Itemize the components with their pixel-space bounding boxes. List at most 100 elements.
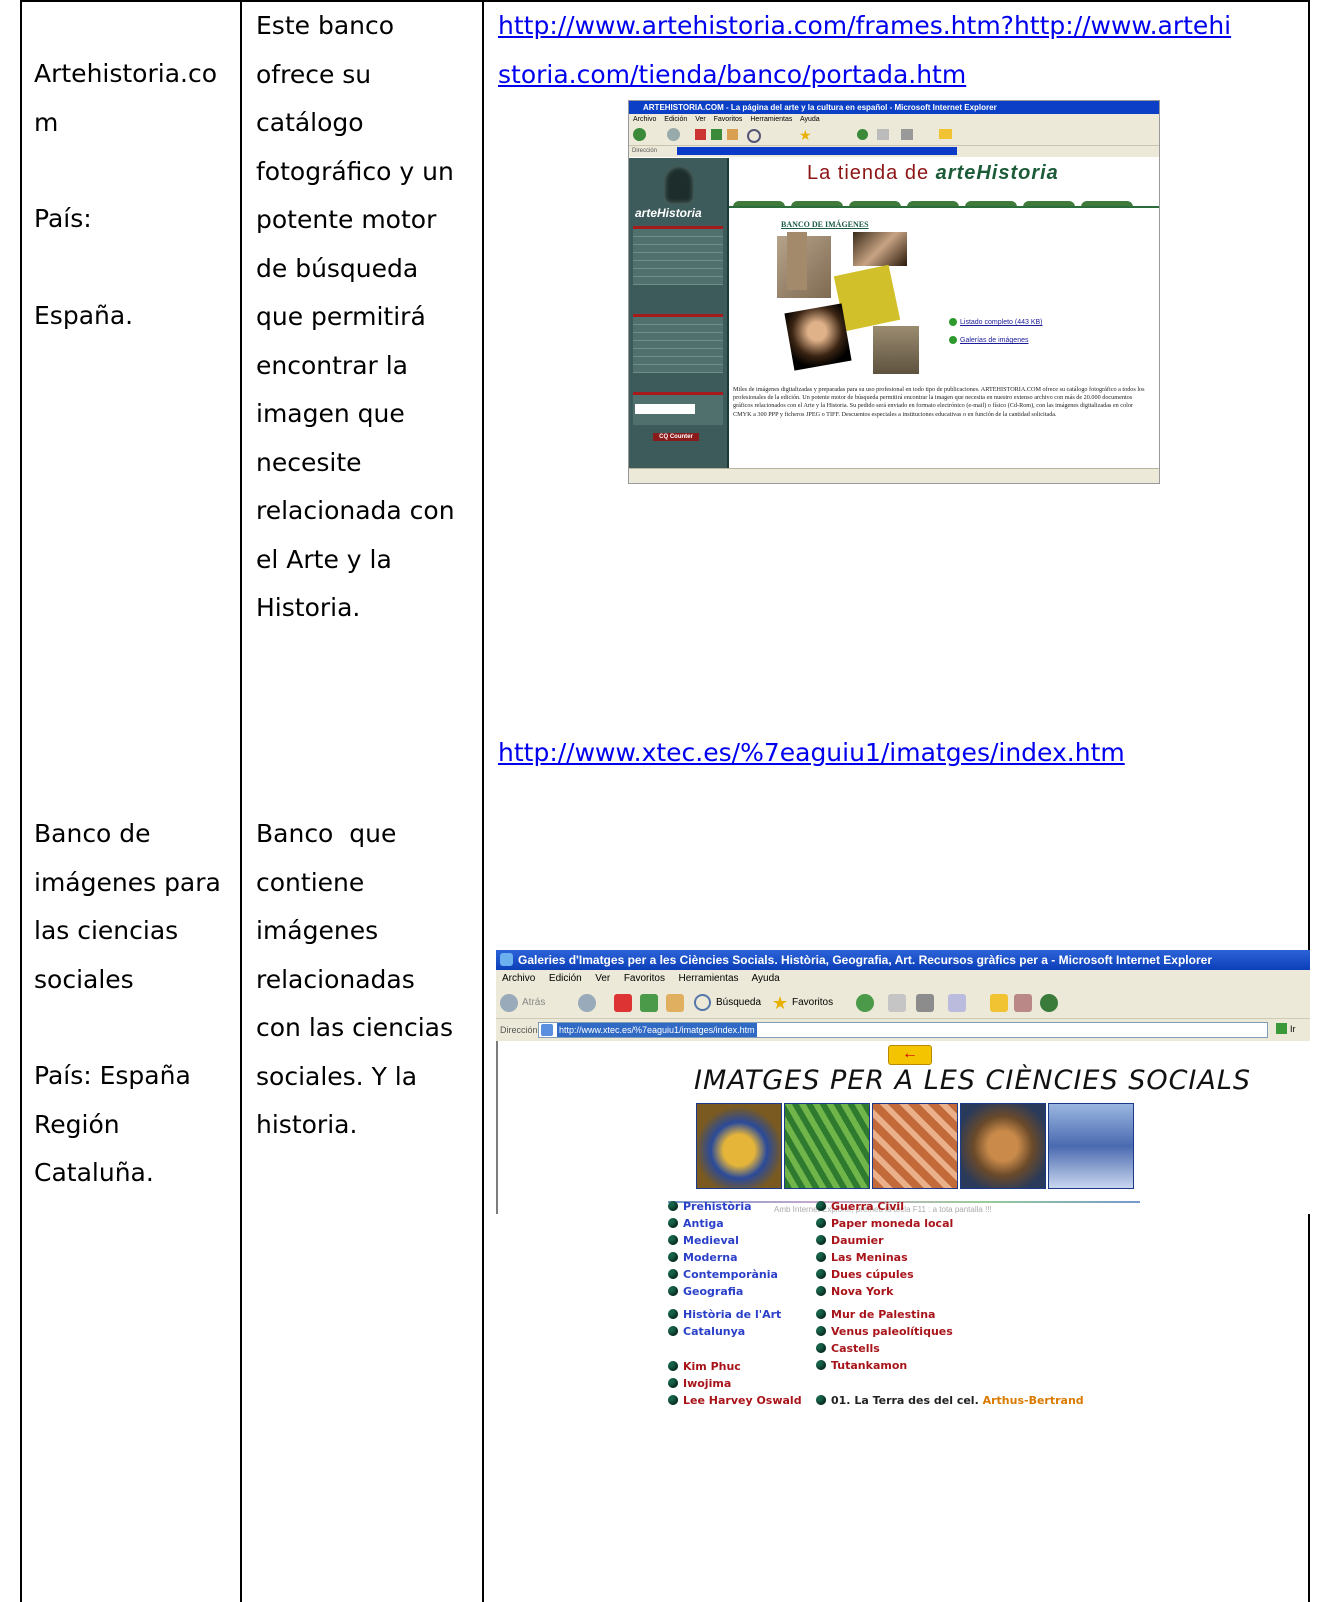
list-item[interactable]: Venus paleolítiques	[816, 1323, 953, 1341]
list-item[interactable]: Història de l'Art	[668, 1306, 781, 1324]
gallery-link[interactable]: Castells	[831, 1342, 880, 1355]
link-line[interactable]: storia.com/tienda/banco/portada.htm	[498, 51, 1231, 100]
gallery-link[interactable]: Venus paleolítiques	[831, 1325, 953, 1338]
print-icon[interactable]	[916, 994, 934, 1012]
bullet-icon	[668, 1309, 678, 1319]
list-item[interactable]: Antiga	[668, 1215, 724, 1233]
stop-icon[interactable]	[614, 994, 632, 1012]
back-icon	[633, 128, 646, 141]
gallery-link[interactable]: Nova York	[831, 1285, 893, 1298]
back-arrow-icon[interactable]: ←	[888, 1045, 932, 1065]
gallery-link[interactable]: Tutankamon	[831, 1359, 907, 1372]
home-icon[interactable]	[666, 994, 684, 1012]
bullet-icon	[668, 1286, 678, 1296]
gallery-link[interactable]: Medieval	[683, 1234, 739, 1247]
list-item[interactable]: Listado completo (443 KB)	[949, 318, 1043, 326]
description-line: con las ciencias	[256, 1013, 454, 1042]
sidebar-search-input[interactable]	[635, 404, 695, 414]
list-item[interactable]: Contemporània	[668, 1266, 778, 1284]
list-item[interactable]: Guerra Civil	[816, 1198, 904, 1216]
favorites-icon[interactable]: ★	[772, 988, 788, 1018]
list-item[interactable]: Iwojima	[668, 1375, 731, 1393]
list-item[interactable]: Paper moneda local	[816, 1215, 953, 1233]
list-item[interactable]: Castells	[816, 1340, 880, 1358]
description-line: Historia.	[256, 593, 361, 622]
list-link[interactable]: Galerías de imágenes	[960, 337, 1028, 344]
favorites-label[interactable]: Favoritos	[792, 988, 833, 1018]
research-icon[interactable]	[1014, 994, 1032, 1012]
author-link[interactable]: Arthus-Bertrand	[983, 1394, 1084, 1407]
list-item[interactable]: Moderna	[668, 1249, 738, 1267]
list-item[interactable]: Lee Harvey Oswald	[668, 1392, 802, 1410]
bullet-icon	[816, 1395, 826, 1405]
edit-icon[interactable]	[948, 994, 966, 1012]
gallery-link[interactable]: Prehistòria	[683, 1200, 752, 1213]
search-icon[interactable]	[694, 994, 711, 1011]
site-cell-xtec: Banco de imágenes para las ciencias soci…	[34, 810, 221, 1198]
list-item[interactable]: Prehistòria	[668, 1198, 752, 1216]
list-item[interactable]: Tutankamon	[816, 1357, 907, 1375]
browser-status-bar	[629, 468, 1159, 483]
list-item[interactable]: Geografia	[668, 1283, 743, 1301]
section-title: BANCO DE IMÁGENES	[781, 220, 869, 229]
description-line: el Arte y la	[256, 544, 392, 574]
gallery-link[interactable]: Antiga	[683, 1217, 724, 1230]
gallery-link[interactable]: Guerra Civil	[831, 1200, 904, 1213]
list-item[interactable]: Dues cúpules	[816, 1266, 914, 1284]
refresh-icon[interactable]	[640, 994, 658, 1012]
bullet-icon	[816, 1309, 826, 1319]
bullet-icon	[668, 1235, 678, 1245]
gallery-link[interactable]: Las Meninas	[831, 1251, 908, 1264]
ie-icon	[500, 953, 513, 966]
column-divider-2	[482, 0, 484, 1602]
artehistoria-link[interactable]: http://www.artehistoria.com/frames.htm?h…	[498, 2, 1231, 99]
address-url[interactable]: http://www.xtec.es/%7eaguiu1/imatges/ind…	[557, 1023, 757, 1037]
go-label[interactable]: Ir	[1290, 1024, 1296, 1034]
gallery-link[interactable]: Iwojima	[683, 1377, 731, 1390]
list-item[interactable]: Mur de Palestina	[816, 1306, 935, 1324]
description-line: sociales. Y la	[256, 1061, 418, 1091]
gallery-link[interactable]: Kim Phuc	[683, 1360, 741, 1373]
back-label[interactable]: Atrás	[522, 988, 545, 1018]
list-item[interactable]: Catalunya	[668, 1323, 745, 1341]
xtec-link[interactable]: http://www.xtec.es/%7eaguiu1/imatges/ind…	[498, 729, 1125, 778]
gallery-link[interactable]: Geografia	[683, 1285, 743, 1298]
list-item[interactable]: Daumier	[816, 1232, 884, 1250]
list-item[interactable]: Las Meninas	[816, 1249, 908, 1267]
table-left-border	[20, 0, 22, 1602]
messenger-icon[interactable]	[1040, 994, 1058, 1012]
gallery-link[interactable]: Mur de Palestina	[831, 1308, 935, 1321]
mail-icon[interactable]	[888, 994, 906, 1012]
gallery-link[interactable]: Moderna	[683, 1251, 738, 1264]
gallery-link[interactable]: Lee Harvey Oswald	[683, 1394, 802, 1407]
gallery-link[interactable]: 01. La Terra des del cel.	[831, 1394, 979, 1407]
back-icon[interactable]	[500, 994, 518, 1012]
history-icon[interactable]	[856, 994, 874, 1012]
address-input[interactable]: http://www.xtec.es/%7eaguiu1/imatges/ind…	[538, 1022, 1268, 1038]
gallery-link[interactable]: Contemporània	[683, 1268, 778, 1281]
list-item[interactable]: Galerías de imágenes	[949, 336, 1028, 344]
gallery-link[interactable]: Catalunya	[683, 1325, 745, 1338]
folder-icon[interactable]	[990, 994, 1008, 1012]
heading-prefix: La tienda de	[807, 162, 936, 184]
list-item[interactable]: Medieval	[668, 1232, 739, 1250]
bullet-icon	[816, 1269, 826, 1279]
gallery-link[interactable]: Història de l'Art	[683, 1308, 781, 1321]
list-item[interactable]: 01. La Terra des del cel. Arthus-Bertran…	[816, 1392, 1084, 1410]
list-item[interactable]: Nova York	[816, 1283, 893, 1301]
link-line[interactable]: http://www.artehistoria.com/frames.htm?h…	[498, 2, 1231, 51]
description-line: imágenes	[256, 916, 379, 945]
country-value: España.	[34, 300, 134, 330]
bullet-icon	[668, 1201, 678, 1211]
list-link[interactable]: Listado completo (443 KB)	[960, 319, 1043, 326]
gallery-link[interactable]: Daumier	[831, 1234, 884, 1247]
gallery-link[interactable]: Dues cúpules	[831, 1268, 914, 1281]
address-url-field[interactable]	[677, 147, 957, 155]
gallery-link[interactable]: Paper moneda local	[831, 1217, 953, 1230]
forward-icon[interactable]	[578, 994, 596, 1012]
search-label[interactable]: Búsqueda	[716, 988, 761, 1018]
go-button[interactable]: Ir	[1276, 1022, 1306, 1036]
bullet-icon	[816, 1201, 826, 1211]
browser-menu-bar: Archivo Edición Ver Favoritos Herramient…	[496, 970, 1310, 988]
list-item[interactable]: Kim Phuc	[668, 1358, 741, 1376]
